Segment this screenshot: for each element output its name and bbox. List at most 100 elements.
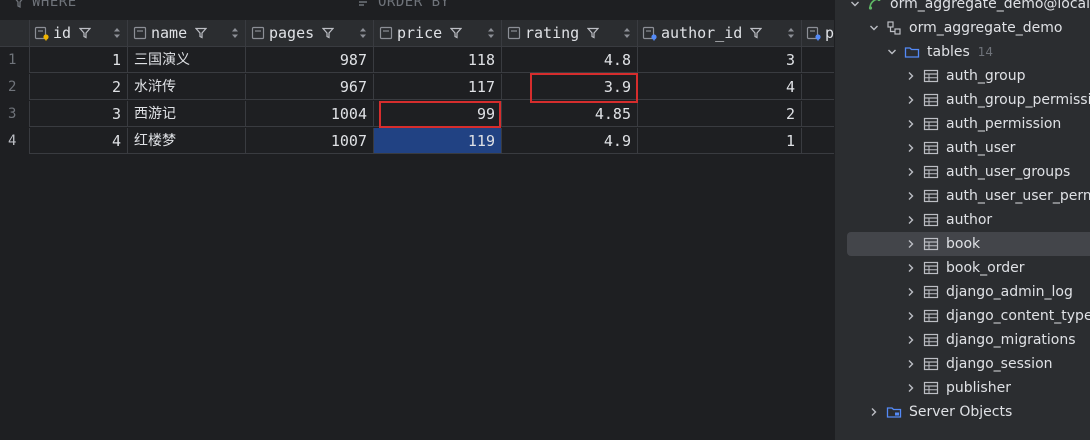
cell-price[interactable]: 117 (374, 74, 502, 100)
column-sort-icon[interactable] (113, 27, 121, 39)
cell-pages[interactable]: 1007 (246, 128, 374, 154)
table-icon (923, 141, 939, 155)
tree-table-item[interactable]: book_order (835, 256, 1090, 280)
tree-table-item[interactable]: auth_permission (835, 112, 1090, 136)
order-by-filter[interactable]: ORDER BY (358, 0, 449, 12)
tree-table-item-selected[interactable]: book (847, 232, 1090, 256)
tree-connection-node[interactable]: orm_aggregate_demo@localhost (835, 0, 1090, 16)
column-filter-icon[interactable] (79, 27, 92, 39)
cell-rating[interactable]: 4.85 (502, 101, 638, 127)
column-sort-icon[interactable] (359, 27, 367, 39)
column-header-pages[interactable]: pages (246, 20, 374, 46)
cell-id[interactable]: 3 (30, 101, 128, 127)
table-icon (923, 93, 939, 107)
chevron-right-icon[interactable] (905, 310, 917, 322)
chevron-right-icon[interactable] (905, 142, 917, 154)
column-header-rating[interactable]: rating (502, 20, 638, 46)
cell-id[interactable]: 4 (30, 128, 128, 154)
chevron-right-icon[interactable] (905, 358, 917, 370)
column-header-author-id[interactable]: author_id (638, 20, 802, 46)
chevron-right-icon[interactable] (905, 286, 917, 298)
table-row[interactable]: 3 3 西游记 1004 99 4.85 2 (0, 101, 834, 128)
cell-rating[interactable]: 3.9 (502, 74, 638, 100)
tree-table-item[interactable]: django_admin_log (835, 280, 1090, 304)
column-header-name[interactable]: name (128, 20, 246, 46)
column-filter-icon[interactable] (322, 27, 335, 39)
column-sort-icon[interactable] (231, 27, 239, 39)
chevron-right-icon[interactable] (905, 238, 917, 250)
tree-table-item[interactable]: auth_group (835, 64, 1090, 88)
cell-name[interactable]: 西游记 (128, 101, 246, 127)
table-icon (923, 117, 939, 131)
tree-table-item[interactable]: django_migrations (835, 328, 1090, 352)
cell-author-id[interactable]: 3 (638, 47, 802, 73)
database-explorer-tree: orm_aggregate_demo@localhost orm_aggrega… (834, 0, 1090, 440)
cell-price-selected[interactable]: 119 (374, 128, 502, 154)
chevron-down-icon[interactable] (849, 0, 861, 10)
column-header-price[interactable]: price (374, 20, 502, 46)
cell-price[interactable]: 118 (374, 47, 502, 73)
column-header-truncated[interactable]: p (802, 20, 834, 46)
cell-pages[interactable]: 1004 (246, 101, 374, 127)
column-filter-icon[interactable] (587, 27, 600, 39)
cell-rating[interactable]: 4.9 (502, 128, 638, 154)
table-icon (923, 165, 939, 179)
tree-table-item[interactable]: auth_user (835, 136, 1090, 160)
tree-table-item[interactable]: publisher (835, 376, 1090, 400)
chevron-right-icon[interactable] (905, 334, 917, 346)
chevron-right-icon[interactable] (905, 118, 917, 130)
column-sort-icon[interactable] (487, 27, 495, 39)
table-icon (923, 285, 939, 299)
cell-truncated[interactable] (802, 74, 834, 100)
column-sort-icon[interactable] (623, 27, 631, 39)
cell-author-id[interactable]: 1 (638, 128, 802, 154)
cell-name[interactable]: 三国演义 (128, 47, 246, 73)
tables-folder-label: tables (927, 44, 970, 60)
cell-author-id[interactable]: 4 (638, 74, 802, 100)
where-filter[interactable]: WHERE (12, 0, 77, 12)
tree-table-item[interactable]: author (835, 208, 1090, 232)
cell-name[interactable]: 水浒传 (128, 74, 246, 100)
cell-name[interactable]: 红楼梦 (128, 128, 246, 154)
cell-author-id[interactable]: 2 (638, 101, 802, 127)
table-icon (923, 357, 939, 371)
cell-id[interactable]: 2 (30, 74, 128, 100)
tree-table-item[interactable]: auth_user_user_permissions (835, 184, 1090, 208)
tree-table-item[interactable]: auth_group_permissions (835, 88, 1090, 112)
column-filter-icon[interactable] (195, 27, 208, 39)
cell-pages[interactable]: 987 (246, 47, 374, 73)
tree-table-item[interactable]: django_session (835, 352, 1090, 376)
chevron-right-icon[interactable] (905, 94, 917, 106)
chevron-right-icon[interactable] (905, 190, 917, 202)
column-filter-icon[interactable] (750, 27, 763, 39)
column-header-id[interactable]: id (30, 20, 128, 46)
cell-pages[interactable]: 967 (246, 74, 374, 100)
tree-tables-folder[interactable]: tables 14 (835, 40, 1090, 64)
chevron-right-icon[interactable] (905, 382, 917, 394)
chevron-down-icon[interactable] (868, 22, 880, 34)
cell-rating[interactable]: 4.8 (502, 47, 638, 73)
chevron-right-icon[interactable] (905, 70, 917, 82)
tree-table-item[interactable]: django_content_type (835, 304, 1090, 328)
cell-price[interactable]: 99 (374, 101, 502, 127)
chevron-right-icon[interactable] (868, 406, 880, 418)
cell-id[interactable]: 1 (30, 47, 128, 73)
where-filter-icon (15, 0, 23, 9)
cell-truncated[interactable] (802, 128, 834, 154)
column-filter-icon[interactable] (450, 27, 463, 39)
tree-table-item[interactable]: auth_user_groups (835, 160, 1090, 184)
table-row[interactable]: 2 2 水浒传 967 117 3.9 4 (0, 74, 834, 101)
column-sort-icon[interactable] (787, 27, 795, 39)
cell-truncated[interactable] (802, 47, 834, 73)
tree-server-objects-node[interactable]: Server Objects (835, 400, 1090, 424)
chevron-right-icon[interactable] (905, 166, 917, 178)
cell-truncated[interactable] (802, 101, 834, 127)
table-row[interactable]: 4 4 红楼梦 1007 119 4.9 1 (0, 128, 834, 155)
table-icon (923, 381, 939, 395)
table-label: auth_user (946, 140, 1016, 156)
chevron-right-icon[interactable] (905, 214, 917, 226)
tree-database-node[interactable]: orm_aggregate_demo (835, 16, 1090, 40)
table-row[interactable]: 1 1 三国演义 987 118 4.8 3 (0, 47, 834, 74)
chevron-right-icon[interactable] (905, 262, 917, 274)
chevron-down-icon[interactable] (886, 46, 898, 58)
